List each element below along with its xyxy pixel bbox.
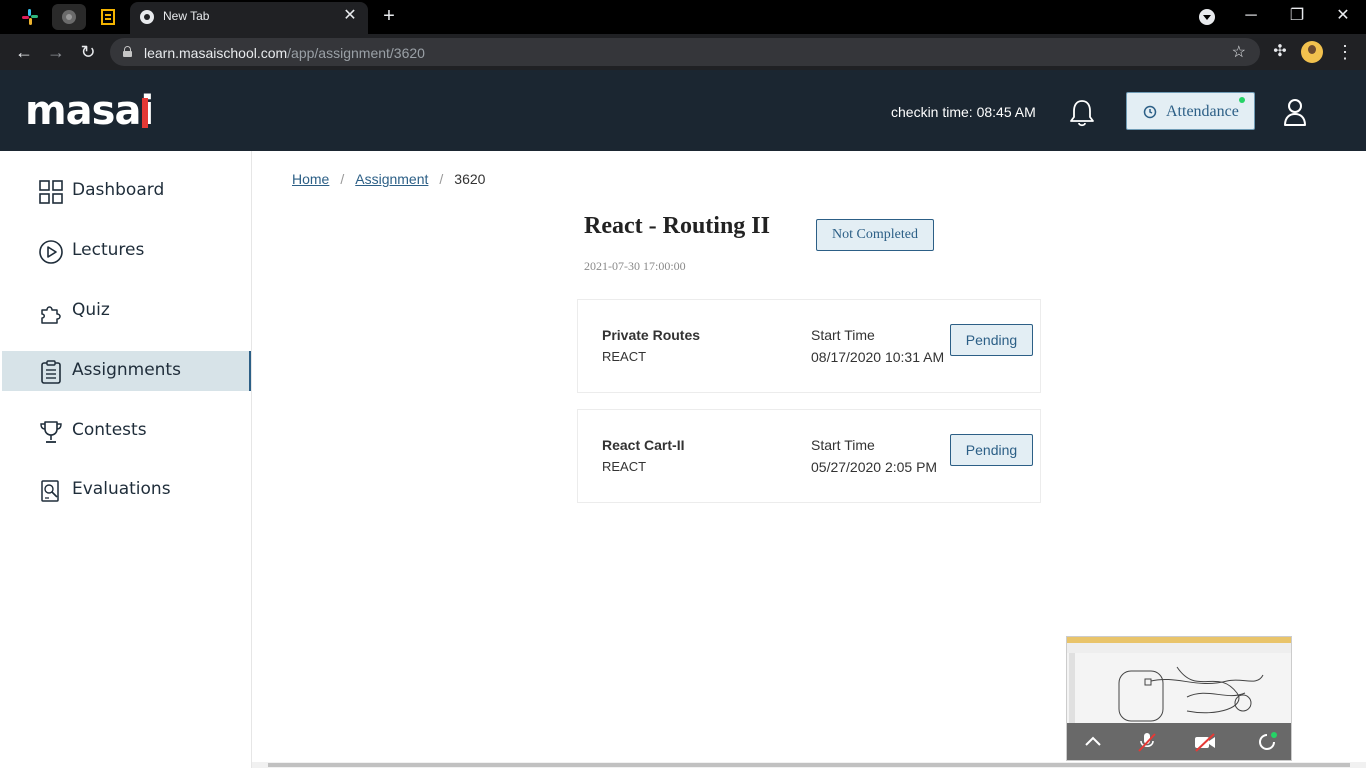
attendance-button[interactable]: Attendance [1126, 92, 1255, 130]
breadcrumb-home-link[interactable]: Home [292, 171, 329, 187]
clock-icon [1143, 105, 1157, 119]
grid-icon [39, 180, 63, 204]
problem-name: React Cart-II [602, 437, 685, 453]
logo-accent [142, 98, 148, 128]
breadcrumb-separator: / [439, 171, 444, 187]
video-preview-window[interactable] [1066, 636, 1292, 761]
restore-icon[interactable]: ❐ [1274, 3, 1320, 29]
problem-card[interactable]: Private Routes REACT Start Time 08/17/20… [577, 299, 1041, 393]
lock-icon [123, 46, 132, 57]
tab-title: New Tab [163, 9, 210, 23]
minimize-icon[interactable]: ─ [1228, 3, 1274, 29]
start-time-value: 05/27/2020 2:05 PM [811, 459, 938, 475]
sidebar-item-assignments[interactable]: Assignments [2, 351, 251, 391]
play-circle-icon [39, 240, 63, 264]
trophy-icon [40, 421, 62, 443]
browser-toolbar: ← → ↻ learn.masaischool.com/app/assignme… [0, 34, 1366, 70]
whiteboard-preview-image [1067, 637, 1291, 723]
start-time-label: Start Time [811, 437, 875, 453]
tab-search-icon[interactable] [1199, 9, 1215, 25]
breadcrumb-separator: / [340, 171, 345, 187]
back-icon[interactable]: ← [11, 39, 37, 65]
problem-tag: REACT [602, 349, 647, 364]
sidebar-item-label: Assignments [72, 360, 181, 380]
address-bar[interactable]: learn.masaischool.com/app/assignment/362… [110, 38, 1260, 66]
puzzle-icon [41, 306, 61, 324]
breadcrumb: Home / Assignment / 3620 [292, 171, 485, 187]
profile-avatar[interactable] [1301, 41, 1323, 63]
url-host: learn.masaischool.com [144, 45, 288, 61]
attendance-label: Attendance [1166, 103, 1239, 120]
sidebar-item-lectures[interactable]: Lectures [2, 231, 251, 271]
sidebar-item-contests[interactable]: Contests [2, 411, 251, 451]
bookmark-star-icon[interactable]: ☆ [1232, 42, 1246, 62]
sidebar-item-label: Lectures [72, 240, 145, 260]
close-tab-icon[interactable]: ✕ [340, 6, 360, 26]
breadcrumb-current: 3620 [454, 171, 486, 187]
close-window-icon[interactable]: ✕ [1320, 3, 1366, 29]
problem-tag: REACT [602, 459, 647, 474]
mic-off-icon[interactable] [1135, 730, 1159, 754]
problem-status-button[interactable]: Pending [950, 434, 1033, 466]
sidebar-item-dashboard[interactable]: Dashboard [2, 171, 251, 211]
browser-menu-icon[interactable]: ⋮ [1336, 40, 1354, 64]
extensions-puzzle-icon[interactable]: ✣ [1270, 42, 1290, 62]
slack-tab-icon[interactable] [13, 4, 47, 30]
bookmark-tab-icon[interactable] [91, 4, 125, 30]
chevron-up-icon[interactable] [1081, 730, 1105, 754]
sidebar-item-label: Dashboard [72, 180, 165, 200]
assignment-deadline: 2021-07-30 17:00:00 [584, 259, 686, 273]
breadcrumb-assignment-link[interactable]: Assignment [355, 171, 428, 187]
reload-icon[interactable]: ↻ [75, 39, 101, 65]
video-controls-bar [1067, 723, 1291, 760]
forward-icon[interactable]: → [43, 39, 69, 65]
problem-status-button[interactable]: Pending [950, 324, 1033, 356]
scrollbar-thumb[interactable] [268, 763, 1350, 767]
globe-tab-icon[interactable] [52, 4, 86, 30]
clipboard-icon [41, 360, 61, 384]
browser-tab-strip: New Tab ✕ + ─ ❐ ✕ [0, 0, 1366, 34]
problem-name: Private Routes [602, 327, 701, 343]
checkin-time: checkin time: 08:45 AM [891, 104, 1036, 120]
camera-off-icon[interactable] [1193, 730, 1217, 754]
assignment-title: React - Routing II [584, 213, 770, 239]
share-screen-icon[interactable] [1255, 730, 1279, 754]
chrome-tab-icon [130, 4, 164, 30]
sidebar-item-evaluations[interactable]: Evaluations [2, 470, 251, 510]
url-text[interactable]: learn.masaischool.com/app/assignment/362… [144, 45, 425, 61]
new-tab-icon[interactable]: + [378, 5, 400, 27]
horizontal-scrollbar[interactable] [252, 762, 1366, 768]
start-time-value: 08/17/2020 10:31 AM [811, 349, 945, 365]
start-time-label: Start Time [811, 327, 875, 343]
url-path: /app/assignment/3620 [287, 45, 425, 61]
sidebar: Dashboard Lectures Quiz Assignments Cont… [0, 151, 252, 768]
user-profile-icon[interactable] [1282, 97, 1308, 127]
app-header: masai checkin time: 08:45 AM Attendance [0, 70, 1366, 151]
evaluation-icon [41, 480, 59, 502]
notification-bell-icon[interactable] [1068, 98, 1096, 128]
assignment-status-badge: Not Completed [816, 219, 934, 251]
sidebar-item-label: Quiz [72, 300, 110, 320]
problem-card[interactable]: React Cart-II REACT Start Time 05/27/202… [577, 409, 1041, 503]
sidebar-item-label: Contests [72, 420, 147, 440]
masai-logo[interactable]: masai [25, 89, 154, 133]
sidebar-item-label: Evaluations [72, 479, 171, 499]
sidebar-item-quiz[interactable]: Quiz [2, 291, 251, 331]
online-indicator [1239, 97, 1245, 103]
